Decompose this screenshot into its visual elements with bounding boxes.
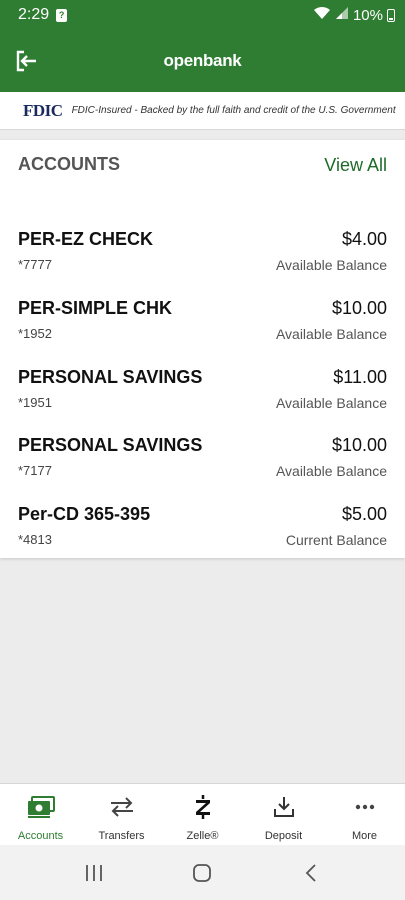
account-name: PER-SIMPLE CHK [18,298,173,318]
transfers-icon [109,795,135,819]
nav-deposit[interactable]: Deposit [243,784,324,845]
balance-label: Available Balance [275,326,387,342]
nav-label: Transfers [98,830,145,842]
fdic-logo: FDIC [23,100,63,120]
account-row[interactable]: PERSONAL SAVINGS *1951 $11.00 Available … [0,367,405,427]
account-row[interactable]: PER-SIMPLE CHK *1952 $10.00 Available Ba… [0,298,405,358]
nav-label: More [351,830,378,842]
account-number: *7777 [18,257,52,272]
account-name: PERSONAL SAVINGS [18,367,203,387]
accounts-title: ACCOUNTS [18,154,120,174]
nav-accounts[interactable]: Accounts [0,784,81,845]
accounts-card: ACCOUNTS View All PER-EZ CHECK *7777 $4.… [0,140,405,558]
deposit-icon [273,795,295,819]
account-row[interactable]: PERSONAL SAVINGS *7177 $10.00 Available … [0,435,405,495]
account-row[interactable]: PER-EZ CHECK *7777 $4.00 Available Balan… [0,229,405,289]
battery-icon [387,8,395,22]
logout-icon[interactable] [14,49,40,73]
system-nav [0,845,405,900]
battery-percent: 10% [352,6,383,24]
recents-icon[interactable] [74,858,114,888]
nav-label: Deposit [264,830,303,842]
bottom-nav: Accounts Transfers Zelle® Deposit More [0,783,405,845]
notification-icon: ? [56,8,68,22]
account-number: *4813 [18,532,52,547]
fdic-banner: FDIC FDIC-Insured - Backed by the full f… [0,92,405,130]
view-all-link[interactable]: View All [324,155,387,176]
home-icon[interactable] [182,858,222,888]
account-amount: $10.00 [331,435,387,455]
nav-more[interactable]: More [324,784,405,845]
zelle-icon [194,795,212,819]
fdic-text: FDIC-Insured - Backed by the full faith … [71,105,396,116]
account-name: Per-CD 365-395 [18,504,151,524]
app-header: openbank [0,30,405,92]
account-name: PERSONAL SAVINGS [18,435,203,455]
account-amount: $10.00 [331,298,387,318]
status-time: 2:29 [18,6,50,23]
more-icon [355,795,375,819]
account-number: *7177 [18,463,52,478]
account-amount: $5.00 [341,504,387,524]
nav-label: Zelle® [186,830,219,842]
brand-logo: openbank [163,51,242,70]
nav-zelle[interactable]: Zelle® [162,784,243,845]
account-amount: $11.00 [333,367,387,387]
account-name: PER-EZ CHECK [18,229,154,249]
signal-icon [335,6,349,24]
nav-transfers[interactable]: Transfers [81,784,162,845]
account-number: *1952 [18,326,52,341]
wifi-icon [313,6,331,24]
balance-label: Available Balance [275,395,387,411]
account-number: *1951 [18,395,52,410]
balance-label: Current Balance [285,532,387,548]
balance-label: Available Balance [275,257,387,273]
status-right: 10% [313,6,395,24]
nav-label: Accounts [17,830,64,842]
account-row[interactable]: Per-CD 365-395 *4813 $5.00 Current Balan… [0,504,405,564]
status-bar: 2:29 ? 10% [0,0,405,30]
accounts-icon [27,795,55,819]
balance-label: Available Balance [275,463,387,479]
account-amount: $4.00 [341,229,387,249]
back-icon[interactable] [291,858,331,888]
